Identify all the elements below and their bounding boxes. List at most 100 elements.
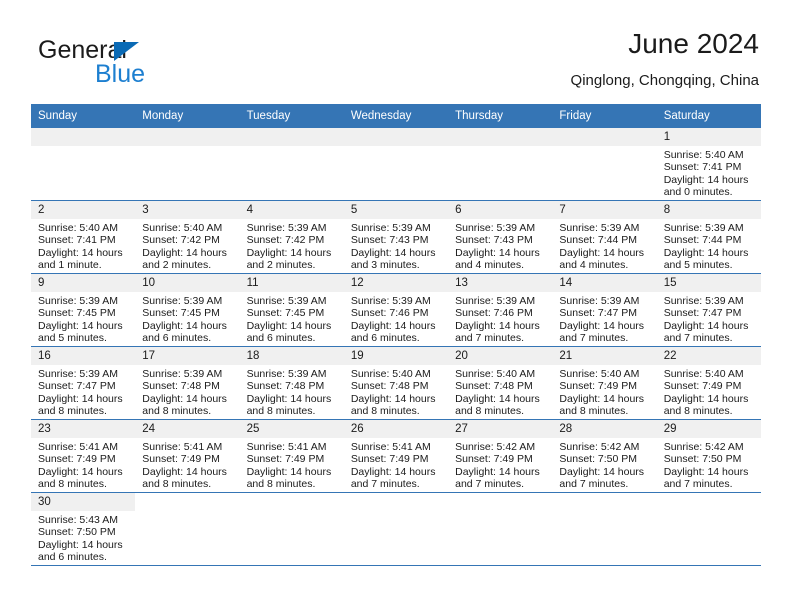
- day-cell-content: [448, 493, 552, 565]
- day-cell-content: 6 Sunrise: 5:39 AM Sunset: 7:43 PM Daylight…: [448, 201, 553, 273]
- day-cell-content: 23 Sunrise: 5:41 AM Sunset: 7:49 PM Dayligh…: [31, 420, 136, 492]
- daylight-text: Daylight: 14 hours: [246, 246, 332, 259]
- calendar-day-cell[interactable]: 12 Sunrise: 5:39 AM Sunset: 7:46 PM Dayligh…: [343, 273, 449, 347]
- weekday-header: Sunday Monday Tuesday Wednesday Thursday Frid…: [31, 104, 761, 128]
- daylight-text: Daylight: 14 hours: [663, 173, 749, 186]
- calendar-day-cell[interactable]: 15 Sunrise: 5:39 AM Sunset: 7:47 PM Dayligh…: [656, 273, 761, 347]
- day-cell-content: 18 Sunrise: 5:39 AM Sunset: 7:48 PM Dayligh…: [239, 347, 344, 419]
- calendar-day-cell[interactable]: 16 Sunrise: 5:39 AM Sunset: 7:47 PM Dayligh…: [31, 346, 136, 420]
- daylight-text: Daylight: 14 hours: [350, 246, 436, 259]
- calendar-empty-cell: [239, 128, 344, 201]
- daylight-text: Daylight: 14 hours: [663, 465, 749, 478]
- calendar-day-cell[interactable]: 30 Sunrise: 5:43 AM Sunset: 7:50 PM Dayligh…: [31, 492, 136, 566]
- calendar-day-cell[interactable]: 1 Sunrise: 5:40 AM Sunset: 7:41 PM Daylight…: [656, 128, 761, 201]
- day-number: 14: [552, 274, 657, 292]
- sunrise-text: Sunrise: 5:41 AM: [246, 441, 327, 453]
- calendar-day-cell[interactable]: 23 Sunrise: 5:41 AM Sunset: 7:49 PM Dayligh…: [31, 419, 136, 493]
- sunset-text: Sunset: 7:49 PM: [350, 453, 429, 466]
- calendar-day-cell[interactable]: 27 Sunrise: 5:42 AM Sunset: 7:49 PM Dayligh…: [448, 419, 553, 493]
- calendar-day-cell[interactable]: 18 Sunrise: 5:39 AM Sunset: 7:48 PM Dayligh…: [239, 346, 344, 420]
- sun-info: Sunrise: 5:41 AM Sunset: 7:49 PM Daylight:…: [240, 438, 344, 491]
- daylight-text: and 8 minutes.: [455, 405, 525, 418]
- sunrise-text: Sunrise: 5:39 AM: [38, 295, 118, 307]
- sunset-text: Sunset: 7:43 PM: [455, 234, 533, 247]
- calendar-day-cell[interactable]: 21 Sunrise: 5:40 AM Sunset: 7:49 PM Dayligh…: [552, 346, 657, 420]
- calendar-day-cell[interactable]: 17 Sunrise: 5:39 AM Sunset: 7:48 PM Dayligh…: [135, 346, 240, 420]
- sunset-text: Sunset: 7:45 PM: [38, 307, 116, 320]
- day-number: [135, 493, 239, 511]
- daylight-text: and 8 minutes.: [246, 405, 316, 418]
- calendar-empty-cell: [31, 128, 136, 201]
- daylight-text: Daylight: 14 hours: [142, 392, 227, 405]
- daylight-text: and 7 minutes.: [559, 478, 629, 491]
- calendar-day-cell[interactable]: 2 Sunrise: 5:40 AM Sunset: 7:41 PM Daylight…: [31, 200, 136, 274]
- sun-info: Sunrise: 5:39 AM Sunset: 7:43 PM Daylight:…: [344, 219, 448, 272]
- daylight-text: and 7 minutes.: [455, 478, 525, 491]
- sun-info: Sunrise: 5:39 AM Sunset: 7:45 PM Daylight:…: [135, 292, 239, 345]
- daylight-text: and 4 minutes.: [455, 259, 525, 272]
- calendar-day-cell[interactable]: 19 Sunrise: 5:40 AM Sunset: 7:48 PM Dayligh…: [343, 346, 449, 420]
- calendar-day-cell[interactable]: 24 Sunrise: 5:41 AM Sunset: 7:49 PM Dayligh…: [135, 419, 240, 493]
- day-cell-content: 26 Sunrise: 5:41 AM Sunset: 7:49 PM Dayligh…: [343, 420, 449, 492]
- calendar-day-cell[interactable]: 3 Sunrise: 5:40 AM Sunset: 7:42 PM Daylight…: [135, 200, 240, 274]
- daylight-text: and 7 minutes.: [663, 332, 733, 345]
- day-cell-content: 20 Sunrise: 5:40 AM Sunset: 7:48 PM Dayligh…: [448, 347, 553, 419]
- calendar-day-cell[interactable]: 25 Sunrise: 5:41 AM Sunset: 7:49 PM Dayligh…: [239, 419, 344, 493]
- sunrise-text: Sunrise: 5:39 AM: [455, 295, 536, 307]
- calendar-day-cell[interactable]: 9 Sunrise: 5:39 AM Sunset: 7:45 PM Daylight…: [31, 273, 136, 347]
- day-number: 17: [135, 347, 240, 365]
- calendar-day-cell[interactable]: 26 Sunrise: 5:41 AM Sunset: 7:49 PM Dayligh…: [343, 419, 449, 493]
- daylight-text: and 2 minutes.: [246, 259, 316, 272]
- sun-info: Sunrise: 5:39 AM Sunset: 7:45 PM Daylight:…: [240, 292, 344, 345]
- calendar-day-cell[interactable]: 6 Sunrise: 5:39 AM Sunset: 7:43 PM Daylight…: [448, 200, 553, 274]
- sunrise-text: Sunrise: 5:39 AM: [246, 368, 327, 380]
- sun-info: Sunrise: 5:39 AM Sunset: 7:43 PM Daylight:…: [448, 219, 552, 272]
- calendar-day-cell[interactable]: 7 Sunrise: 5:39 AM Sunset: 7:44 PM Daylight…: [552, 200, 657, 274]
- day-number: 9: [31, 274, 136, 292]
- day-number: [448, 128, 553, 146]
- sunset-text: Sunset: 7:50 PM: [38, 526, 116, 539]
- calendar-day-cell[interactable]: 11 Sunrise: 5:39 AM Sunset: 7:45 PM Dayligh…: [239, 273, 344, 347]
- calendar-week-row: 23 Sunrise: 5:41 AM Sunset: 7:49 PM Dayligh…: [31, 419, 761, 493]
- calendar-day-cell[interactable]: 29 Sunrise: 5:42 AM Sunset: 7:50 PM Dayligh…: [656, 419, 761, 493]
- sunset-text: Sunset: 7:47 PM: [663, 307, 742, 320]
- sunrise-text: Sunrise: 5:39 AM: [455, 222, 536, 234]
- calendar-day-cell[interactable]: 13 Sunrise: 5:39 AM Sunset: 7:46 PM Dayligh…: [448, 273, 553, 347]
- calendar-day-cell[interactable]: 4 Sunrise: 5:39 AM Sunset: 7:42 PM Daylight…: [239, 200, 344, 274]
- sunrise-text: Sunrise: 5:39 AM: [142, 368, 223, 380]
- daylight-text: and 8 minutes.: [38, 405, 107, 418]
- calendar-container: Sunday Monday Tuesday Wednesday Thursday Frid…: [31, 104, 761, 566]
- sun-info: Sunrise: 5:40 AM Sunset: 7:48 PM Daylight:…: [448, 365, 552, 418]
- calendar-day-cell[interactable]: 14 Sunrise: 5:39 AM Sunset: 7:47 PM Dayligh…: [552, 273, 657, 347]
- calendar-day-cell[interactable]: 22 Sunrise: 5:40 AM Sunset: 7:49 PM Dayligh…: [656, 346, 761, 420]
- calendar-day-cell[interactable]: 8 Sunrise: 5:39 AM Sunset: 7:44 PM Daylight…: [656, 200, 761, 274]
- sun-info: Sunrise: 5:41 AM Sunset: 7:49 PM Daylight:…: [344, 438, 448, 491]
- day-cell-content: 8 Sunrise: 5:39 AM Sunset: 7:44 PM Daylight…: [656, 201, 761, 273]
- calendar-day-cell[interactable]: 10 Sunrise: 5:39 AM Sunset: 7:45 PM Dayligh…: [135, 273, 240, 347]
- sun-info: Sunrise: 5:40 AM Sunset: 7:42 PM Daylight:…: [135, 219, 239, 272]
- sunset-text: Sunset: 7:49 PM: [246, 453, 325, 466]
- calendar-day-cell[interactable]: 28 Sunrise: 5:42 AM Sunset: 7:50 PM Dayligh…: [552, 419, 657, 493]
- sun-info: Sunrise: 5:40 AM Sunset: 7:48 PM Daylight:…: [344, 365, 448, 418]
- day-cell-content: [135, 493, 239, 565]
- day-number: 3: [135, 201, 240, 219]
- daylight-text: and 3 minutes.: [350, 259, 420, 272]
- general-blue-logo: General Blue: [38, 36, 238, 96]
- daylight-text: and 8 minutes.: [38, 478, 107, 491]
- day-cell-content: 12 Sunrise: 5:39 AM Sunset: 7:46 PM Dayligh…: [343, 274, 449, 346]
- daylight-text: Daylight: 14 hours: [663, 392, 749, 405]
- calendar-day-cell[interactable]: 20 Sunrise: 5:40 AM Sunset: 7:48 PM Dayligh…: [448, 346, 553, 420]
- calendar-empty-cell: [343, 492, 449, 566]
- weekday-header-wednesday: Wednesday: [343, 104, 449, 128]
- day-number: 23: [31, 420, 136, 438]
- day-number: [240, 493, 344, 511]
- day-number: 1: [656, 128, 761, 146]
- day-number: 11: [239, 274, 344, 292]
- day-cell-content: [344, 493, 448, 565]
- calendar-day-cell[interactable]: 5 Sunrise: 5:39 AM Sunset: 7:43 PM Daylight…: [343, 200, 449, 274]
- day-number: 30: [31, 493, 136, 511]
- day-cell-content: 5 Sunrise: 5:39 AM Sunset: 7:43 PM Daylight…: [343, 201, 449, 273]
- sunrise-text: Sunrise: 5:42 AM: [455, 441, 536, 453]
- day-number: 26: [343, 420, 449, 438]
- calendar-page: General Blue June 2024 Qinglong, Chongqi…: [0, 0, 792, 612]
